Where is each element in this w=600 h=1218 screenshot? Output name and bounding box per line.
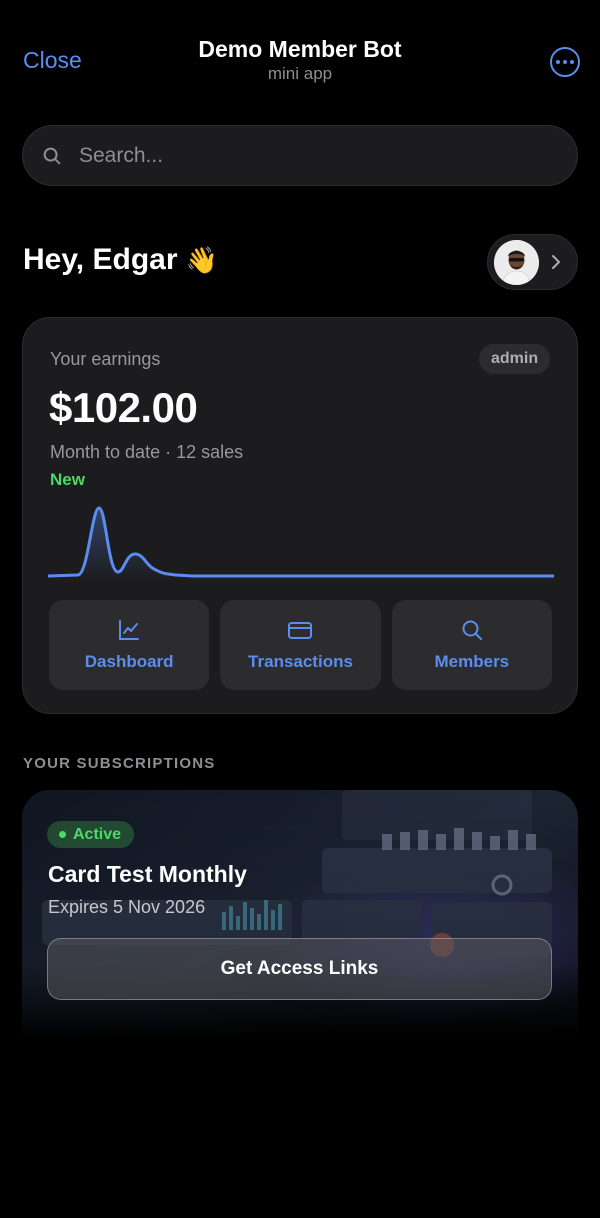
- app-subtitle: mini app: [267, 64, 333, 83]
- greeting-text: Hey, Edgar: [23, 243, 178, 276]
- status-label: Active: [73, 825, 122, 843]
- search-bar[interactable]: [22, 125, 578, 186]
- credit-card-icon: [288, 622, 313, 639]
- chart-icon: [119, 620, 140, 640]
- top-bar: Close Demo Member Bot mini app: [0, 0, 600, 110]
- greeting-heading: Hey, Edgar 👋: [23, 243, 218, 277]
- avatar: [494, 240, 539, 285]
- more-options-icon[interactable]: [550, 47, 580, 77]
- earnings-card: Your earnings admin $102.00 Month to dat…: [22, 317, 578, 714]
- dashboard-label: Dashboard: [84, 652, 174, 671]
- earnings-period: Month to date · 12 sales: [50, 442, 244, 462]
- earnings-amount: $102.00: [49, 384, 198, 431]
- app-title: Demo Member Bot: [198, 36, 402, 62]
- dashboard-button[interactable]: Dashboard: [49, 600, 210, 690]
- profile-button[interactable]: [487, 234, 578, 290]
- transactions-label: Transactions: [248, 652, 353, 671]
- role-badge: admin: [479, 344, 551, 374]
- earnings-label: Your earnings: [50, 349, 161, 369]
- members-button[interactable]: Members: [391, 600, 552, 690]
- get-access-links-button[interactable]: Get Access Links: [47, 938, 552, 1000]
- search-icon: [43, 147, 61, 164]
- subscription-card: Active Card Test Monthly Expires 5 Nov 2…: [22, 790, 578, 1040]
- new-tag: New: [50, 470, 85, 489]
- plan-name: Card Test Monthly: [48, 861, 247, 887]
- quick-actions: Dashboard Transactions Members: [49, 600, 552, 690]
- search-icon: [462, 620, 482, 640]
- chevron-right-icon: [552, 255, 560, 269]
- status-badge: Active: [47, 821, 135, 848]
- plan-expiry: Expires 5 Nov 2026: [48, 897, 206, 917]
- status-dot-icon: [59, 831, 66, 838]
- wave-emoji: 👋: [185, 246, 219, 276]
- earnings-sparkline: [48, 506, 554, 582]
- transactions-button[interactable]: Transactions: [220, 600, 381, 690]
- search-input[interactable]: [79, 143, 539, 168]
- subscriptions-heading: YOUR SUBSCRIPTIONS: [23, 755, 216, 772]
- members-label: Members: [434, 652, 510, 671]
